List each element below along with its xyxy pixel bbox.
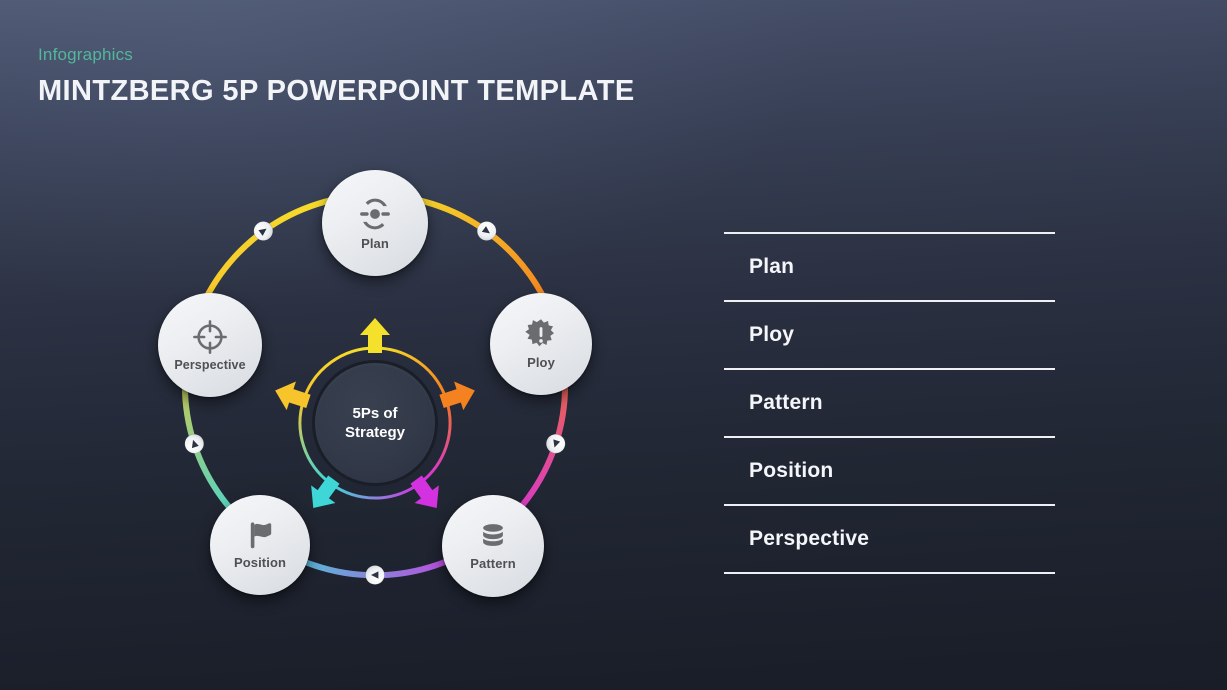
list-item-label: Pattern: [749, 391, 823, 414]
alert-burst-icon: [524, 318, 558, 352]
list-item[interactable]: Plan: [724, 232, 1055, 300]
node-position-label: Position: [233, 555, 287, 570]
node-plan[interactable]: Plan: [322, 170, 428, 276]
cycle-target-icon: [356, 195, 394, 233]
five-ps-list: Plan Ploy Pattern Position Perspective: [724, 232, 1055, 574]
node-plan-label: Plan: [361, 236, 389, 251]
database-icon: [477, 521, 509, 553]
list-item[interactable]: Pattern: [724, 368, 1055, 436]
node-perspective[interactable]: Perspective: [158, 293, 262, 397]
list-item[interactable]: Ploy: [724, 300, 1055, 368]
list-item-label: Perspective: [749, 527, 870, 550]
list-item-label: Plan: [749, 255, 795, 278]
arrow-left-icon: [275, 381, 311, 411]
list-item-label: Position: [749, 459, 834, 482]
slide-header: Infographics MINTZBERG 5P POWERPOINT TEM…: [38, 44, 635, 109]
crosshair-icon: [192, 319, 228, 355]
node-position[interactable]: Position: [210, 495, 310, 595]
flag-icon: [244, 520, 276, 552]
arrow-right-icon: [439, 381, 475, 411]
eyebrow-label: Infographics: [38, 45, 134, 64]
page-title: MINTZBERG 5P POWERPOINT TEMPLATE: [38, 75, 635, 107]
node-ploy[interactable]: Ploy: [490, 293, 592, 395]
node-ploy-label: Ploy: [527, 355, 555, 370]
hub-label: 5Ps of Strategy: [344, 405, 406, 441]
list-item-label: Ploy: [749, 323, 795, 346]
hub-circle: 5Ps of Strategy: [312, 360, 438, 486]
list-item[interactable]: Perspective: [724, 504, 1055, 574]
node-pattern-label: Pattern: [470, 556, 516, 571]
list-item[interactable]: Position: [724, 436, 1055, 504]
node-perspective-label: Perspective: [174, 357, 246, 372]
slide-canvas: Infographics MINTZBERG 5P POWERPOINT TEM…: [0, 0, 1227, 690]
node-pattern[interactable]: Pattern: [442, 495, 544, 597]
cycle-diagram: 5Ps of Strategy Plan Ploy Pattern Positi…: [130, 150, 630, 630]
